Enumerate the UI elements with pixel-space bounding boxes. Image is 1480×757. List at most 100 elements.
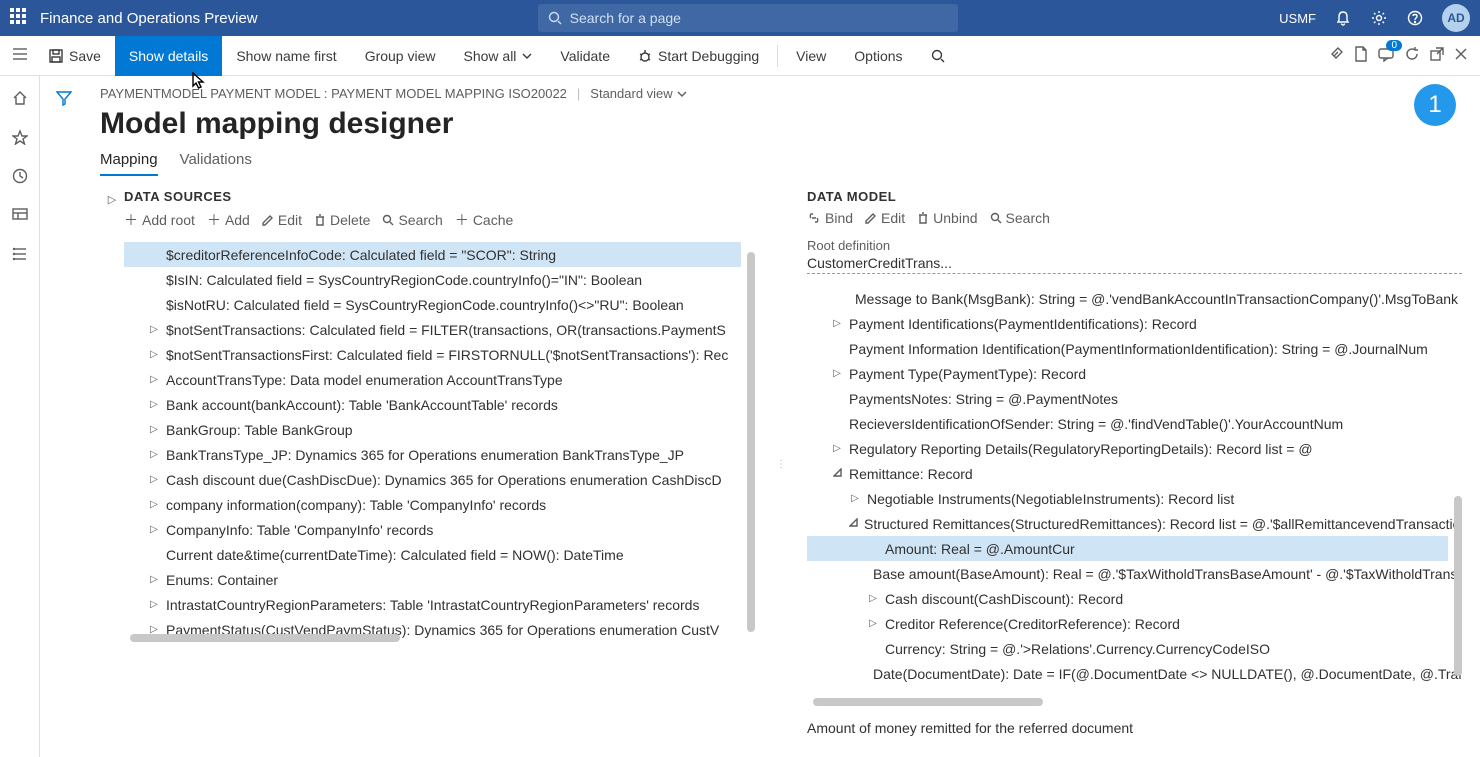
modules-icon[interactable] (12, 246, 28, 265)
scrollbar-vertical[interactable] (747, 252, 755, 632)
ds-tree[interactable]: $creditorReferenceInfoCode: Calculated f… (124, 242, 755, 642)
expand-icon[interactable]: ▷ (148, 524, 160, 535)
expand-icon[interactable]: ▷ (148, 324, 160, 335)
ds-tree-row[interactable]: ▷CompanyInfo: Table 'CompanyInfo' record… (124, 517, 741, 542)
tab-mapping[interactable]: Mapping (100, 151, 158, 176)
dm-tree-row[interactable]: Base amount(BaseAmount): Real = @.'$TaxW… (807, 561, 1448, 586)
dm-tree-row[interactable]: Structured Remittances(StructuredRemitta… (807, 511, 1448, 536)
expand-icon[interactable]: ▷ (148, 574, 160, 585)
tab-validations[interactable]: Validations (180, 151, 252, 176)
ds-tree-row[interactable]: ▷Bank account(bankAccount): Table 'BankA… (124, 392, 741, 417)
edit-button[interactable]: Edit (865, 210, 905, 226)
attach-icon[interactable] (1328, 46, 1344, 65)
expand-icon[interactable]: ▷ (148, 599, 160, 610)
dm-tree-row[interactable]: ▷Payment Identifications(PaymentIdentifi… (807, 311, 1448, 336)
group-view-button[interactable]: Group view (351, 36, 450, 76)
favorites-icon[interactable] (12, 129, 28, 148)
dm-tree-row[interactable]: ▷Payment Type(PaymentType): Record (807, 361, 1448, 386)
help-icon[interactable] (1406, 9, 1424, 27)
dm-tree-row[interactable]: ▷Negotiable Instruments(NegotiableInstru… (807, 486, 1448, 511)
popout-icon[interactable] (1430, 47, 1444, 64)
show-name-first-button[interactable]: Show name first (222, 36, 350, 76)
expand-icon[interactable]: ▷ (148, 349, 160, 360)
app-launcher-icon[interactable] (10, 8, 30, 28)
recent-icon[interactable] (12, 168, 28, 187)
pane-splitter[interactable]: ⋮ (777, 189, 785, 740)
dm-tree-row[interactable]: Payment Information Identification(Payme… (807, 336, 1448, 361)
dm-tree-row[interactable]: Amount: Real = @.AmountCur (807, 536, 1448, 561)
ds-tree-row[interactable]: ▷BankGroup: Table BankGroup (124, 417, 741, 442)
expand-icon[interactable]: ▷ (831, 368, 843, 379)
edit-button[interactable]: Edit (262, 212, 302, 228)
filter-icon[interactable] (56, 90, 72, 109)
save-button[interactable]: Save (35, 36, 115, 76)
workspace-icon[interactable] (12, 207, 28, 226)
expand-icon[interactable]: ▷ (831, 443, 843, 454)
expand-icon[interactable] (849, 518, 858, 530)
options-menu[interactable]: Options (840, 36, 916, 76)
search-button[interactable]: Search (382, 212, 442, 228)
dm-tree-row[interactable]: Message to Bank(MsgBank): String = @.'ve… (807, 286, 1448, 311)
show-all-button[interactable]: Show all (450, 36, 547, 76)
start-debugging-button[interactable]: Start Debugging (624, 36, 773, 76)
ds-tree-row[interactable]: $IsIN: Calculated field = SysCountryRegi… (124, 267, 741, 292)
show-details-button[interactable]: Show details (115, 36, 222, 76)
dm-tree-row[interactable]: ▷Regulatory Reporting Details(Regulatory… (807, 436, 1448, 461)
gear-icon[interactable] (1370, 9, 1388, 27)
global-search[interactable]: Search for a page (538, 4, 958, 32)
expand-icon[interactable]: ▷ (148, 449, 160, 460)
root-definition-value[interactable]: CustomerCreditTrans... (807, 255, 1462, 274)
home-icon[interactable] (12, 90, 28, 109)
view-selector[interactable]: Standard view (590, 86, 686, 101)
doc-icon[interactable] (1354, 46, 1368, 65)
ds-tree-row[interactable]: ▷company information(company): Table 'Co… (124, 492, 741, 517)
find-button[interactable] (917, 36, 959, 76)
dm-tree-row[interactable]: Remittance: Record (807, 461, 1448, 486)
expand-icon[interactable]: ▷ (148, 424, 160, 435)
add-button[interactable]: ＋Add (207, 210, 250, 230)
dm-tree[interactable]: Message to Bank(MsgBank): String = @.'ve… (807, 286, 1462, 706)
expand-icon[interactable]: ▷ (867, 618, 879, 629)
unbind-button[interactable]: Unbind (917, 210, 977, 226)
bell-icon[interactable] (1334, 9, 1352, 27)
expand-icon[interactable]: ▷ (148, 399, 160, 410)
cache-button[interactable]: ＋Cache (455, 210, 513, 230)
view-menu[interactable]: View (782, 36, 840, 76)
expand-icon[interactable]: ▷ (831, 318, 843, 329)
user-avatar[interactable]: AD (1442, 4, 1470, 32)
dm-tree-row[interactable]: ▷Creditor Reference(CreditorReference): … (807, 611, 1448, 636)
ds-tree-row[interactable]: ▷BankTransType_JP: Dynamics 365 for Oper… (124, 442, 741, 467)
messages-button[interactable]: 0 (1378, 46, 1394, 65)
dm-tree-row[interactable]: Date(DocumentDate): Date = IF(@.Document… (807, 661, 1448, 686)
ds-tree-row[interactable]: ▷IntrastatCountryRegionParameters: Table… (124, 592, 741, 617)
collapse-ds-icon[interactable]: ▷ (100, 189, 124, 642)
scrollbar-horizontal[interactable] (813, 698, 1043, 706)
expand-icon[interactable]: ▷ (849, 493, 861, 504)
delete-button[interactable]: Delete (314, 212, 370, 228)
company-code[interactable]: USMF (1279, 11, 1316, 26)
dm-tree-row[interactable]: RecieversIdentificationOfSender: String … (807, 411, 1448, 436)
ds-tree-row[interactable]: ▷$notSentTransactionsFirst: Calculated f… (124, 342, 741, 367)
ds-tree-row[interactable]: Current date&time(currentDateTime): Calc… (124, 542, 741, 567)
expand-icon[interactable]: ▷ (148, 474, 160, 485)
ds-tree-row[interactable]: ▷$notSentTransactions: Calculated field … (124, 317, 741, 342)
validate-button[interactable]: Validate (546, 36, 624, 76)
expand-icon[interactable]: ▷ (148, 499, 160, 510)
search-button[interactable]: Search (990, 210, 1050, 226)
scrollbar-vertical[interactable] (1454, 496, 1462, 676)
expand-icon[interactable]: ▷ (867, 593, 879, 604)
ds-tree-row[interactable]: ▷Cash discount due(CashDiscDue): Dynamic… (124, 467, 741, 492)
dm-tree-row[interactable]: Currency: String = @.'>Relations'.Curren… (807, 636, 1448, 661)
ds-tree-row[interactable]: ▷AccountTransType: Data model enumeratio… (124, 367, 741, 392)
scrollbar-horizontal[interactable] (130, 634, 400, 642)
dm-tree-row[interactable]: PaymentsNotes: String = @.PaymentNotes (807, 386, 1448, 411)
ds-tree-row[interactable]: $isNotRU: Calculated field = SysCountryR… (124, 292, 741, 317)
refresh-icon[interactable] (1404, 46, 1420, 65)
bind-button[interactable]: Bind (807, 210, 853, 226)
expand-icon[interactable] (831, 468, 843, 480)
close-icon[interactable] (1454, 47, 1468, 64)
expand-icon[interactable]: ▷ (148, 374, 160, 385)
nav-toggle-icon[interactable] (5, 47, 35, 64)
dm-tree-row[interactable]: ▷Cash discount(CashDiscount): Record (807, 586, 1448, 611)
ds-tree-row[interactable]: $creditorReferenceInfoCode: Calculated f… (124, 242, 741, 267)
